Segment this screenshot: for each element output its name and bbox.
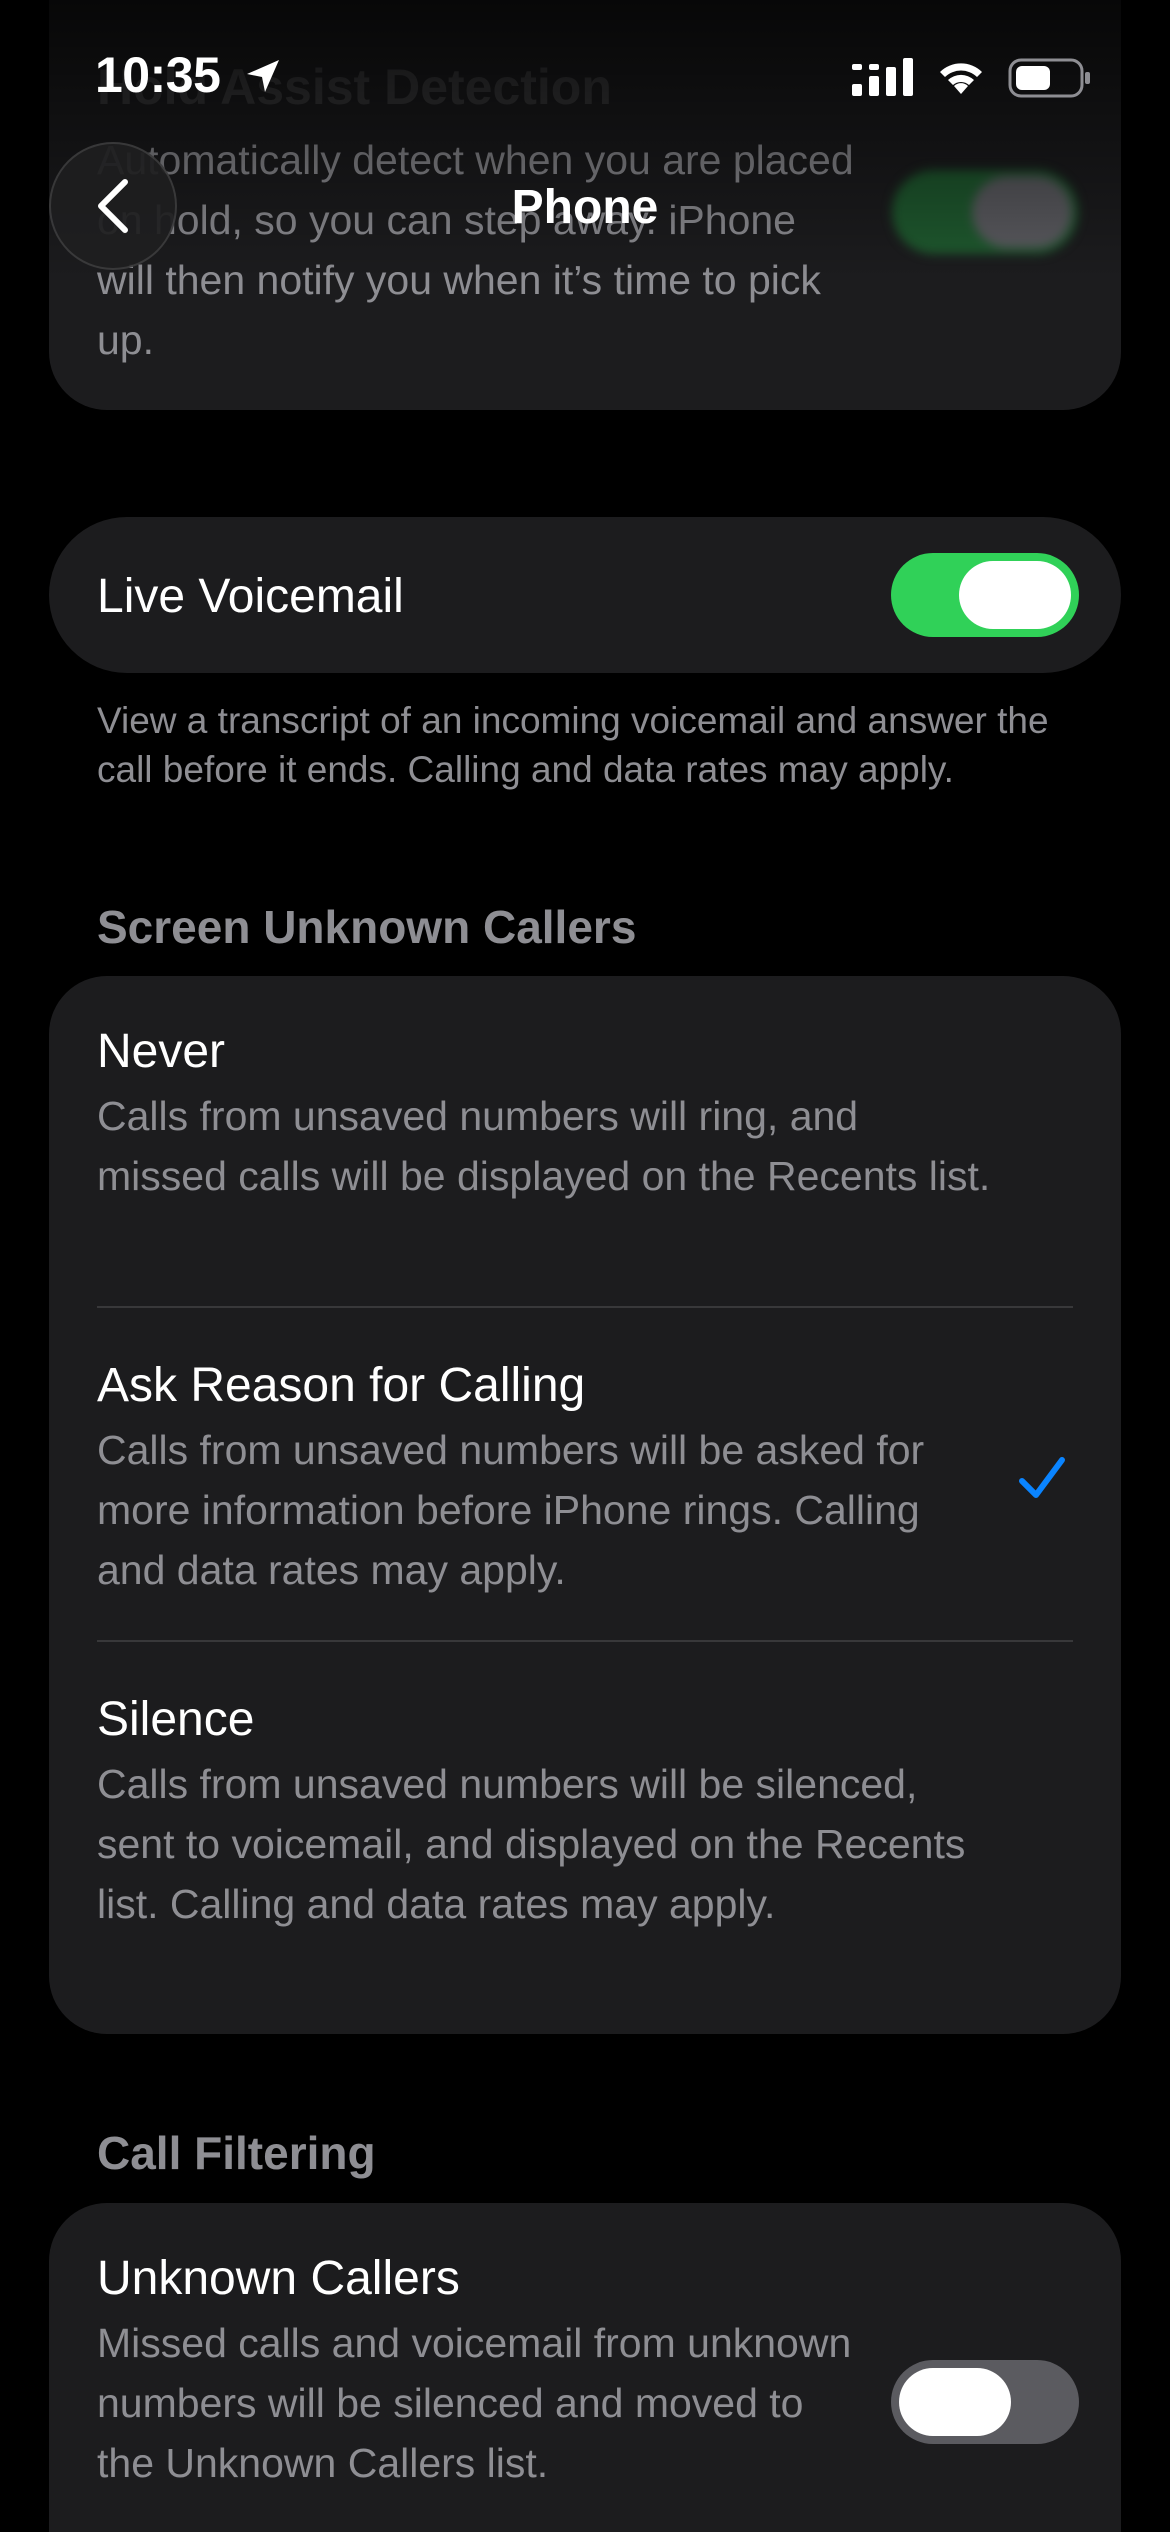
- divider: [97, 1640, 1073, 1642]
- wifi-icon: [940, 63, 982, 94]
- option-description: Calls from unsaved numbers will ring, an…: [97, 1093, 991, 1199]
- toggle-knob: [899, 2368, 1011, 2436]
- call-filtering-card: Unknown Callers Missed calls and voicema…: [49, 2203, 1121, 2532]
- unknown-callers-toggle[interactable]: [891, 2360, 1079, 2444]
- section-header-screen-unknown-callers: Screen Unknown Callers: [97, 901, 637, 953]
- toggle-knob: [959, 561, 1071, 629]
- unknown-callers-description: Missed calls and voicemail from unknown …: [97, 2320, 852, 2486]
- live-voicemail-toggle[interactable]: [891, 553, 1079, 637]
- location-arrow-icon: [247, 60, 279, 92]
- option-title: Never: [97, 1025, 226, 1078]
- hold-assist-description: Automatically detect when you are placed…: [97, 137, 854, 363]
- option-silence[interactable]: Silence Calls from unsaved numbers will …: [97, 1692, 1121, 2022]
- screen-unknown-callers-list: Never Calls from unsaved numbers will ri…: [49, 976, 1121, 2034]
- option-title: Silence: [97, 1693, 255, 1746]
- section-header-call-filtering: Call Filtering: [97, 2127, 376, 2179]
- status-time: 10:35: [95, 47, 221, 103]
- live-voicemail-label: Live Voicemail: [97, 570, 404, 623]
- divider: [97, 1306, 1073, 1308]
- checkmark-icon: [1019, 1457, 1065, 1498]
- option-description: Calls from unsaved numbers will be silen…: [97, 1761, 966, 1927]
- live-voicemail-footer: View a transcript of an incoming voicema…: [97, 700, 1049, 790]
- phone-settings-screen: Hold Assist Detection Automatically dete…: [0, 0, 1170, 2532]
- unknown-callers-title: Unknown Callers: [97, 2252, 460, 2305]
- option-description: Calls from unsaved numbers will be asked…: [97, 1427, 925, 1593]
- option-never[interactable]: Never Calls from unsaved numbers will ri…: [97, 1024, 1121, 1306]
- page-title: Phone: [511, 181, 659, 234]
- option-ask-reason-for-calling[interactable]: Ask Reason for Calling Calls from unsave…: [97, 1358, 1121, 1640]
- option-title: Ask Reason for Calling: [97, 1359, 586, 1412]
- live-voicemail-row: Live Voicemail: [49, 517, 1121, 673]
- battery-icon: [1008, 58, 1090, 98]
- cellular-signal-icon: [852, 58, 913, 96]
